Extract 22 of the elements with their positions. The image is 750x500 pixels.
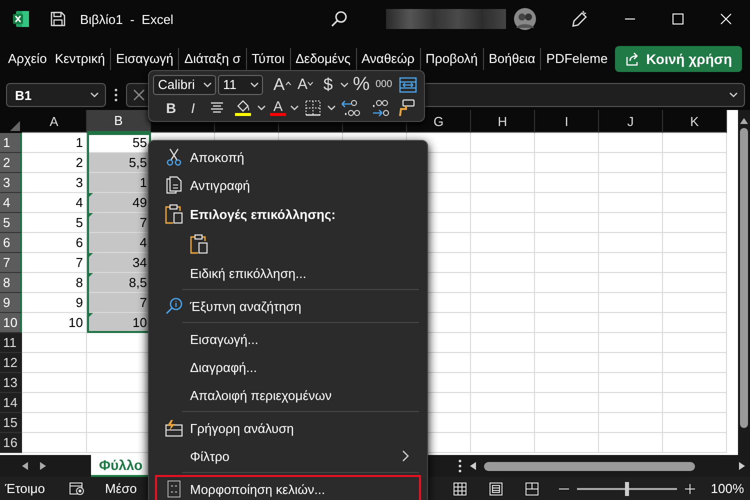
table-cell: 9 <box>22 293 87 313</box>
table-cell: 49 <box>87 193 151 213</box>
menu-heading: Επιλογές επικόλλησης: <box>190 206 337 222</box>
table-cell: 7 <box>87 213 151 233</box>
table-cell: 7 <box>87 293 151 313</box>
window-title: Βιβλίο1 - Excel <box>80 12 174 26</box>
table-cell: 4 <box>22 193 87 213</box>
table-cell: 8,5 <box>87 273 151 293</box>
table-cell: 1 <box>22 133 87 153</box>
table-cell: 6 <box>22 233 87 253</box>
status-text: Μέσο <box>104 481 137 496</box>
table-cell: 3 <box>22 173 87 193</box>
table-cell: 5,5 <box>87 153 151 173</box>
status-text: Έτοιμο <box>5 481 45 496</box>
table-cell: 5 <box>22 213 87 233</box>
table-cell: 7 <box>22 253 87 273</box>
table-cell: 1 <box>87 173 151 193</box>
table-cell: 2 <box>22 153 87 173</box>
table-cell: 34 <box>87 253 151 273</box>
table-cell: 4 <box>87 233 151 253</box>
table-cell: 10 <box>22 313 87 333</box>
table-cell: 8 <box>22 273 87 293</box>
